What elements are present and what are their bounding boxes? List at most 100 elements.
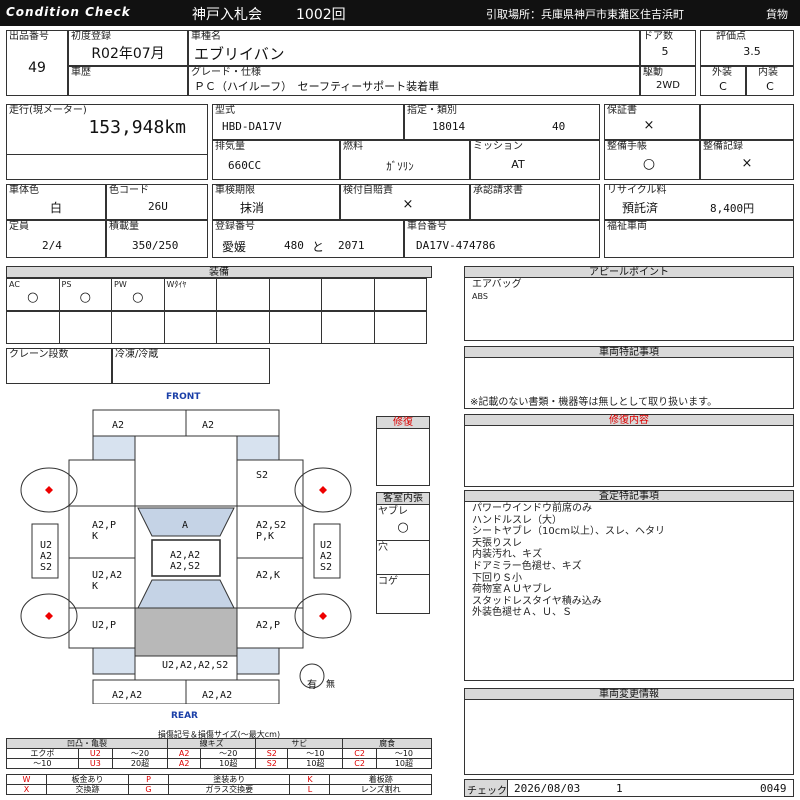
equipment-cell: PW ○ xyxy=(111,278,165,311)
ext-value: C xyxy=(719,80,727,93)
class-value: 40 xyxy=(552,120,566,133)
designation-label: 指定・類別 xyxy=(407,105,457,116)
first-reg-value: R02年07月 xyxy=(91,46,165,62)
chassis-value: DA17V-474786 xyxy=(416,239,496,252)
warranty-value: × xyxy=(643,118,655,133)
check-number: 0049 xyxy=(760,782,787,795)
model-label: 型式 xyxy=(215,105,235,116)
right-sill-damage: U2 A2 S2 xyxy=(320,540,333,573)
capacity-label: 定員 xyxy=(9,221,29,232)
legend-cell: 10超 xyxy=(287,758,344,769)
mileage-divider xyxy=(6,154,208,155)
equipment-cell-mark: ○ xyxy=(27,290,39,305)
equipment-cell-empty xyxy=(111,311,165,344)
rear-gate-damage: U2,A2,A2,S2 xyxy=(162,660,229,671)
inspection-note-line: ハンドルスレ（大） xyxy=(472,514,562,526)
inspection-note-line: 内装汚れ、キズ xyxy=(472,549,543,561)
front-bumper-right-damage: A2 xyxy=(202,420,215,431)
inspection-note-line: ドアミラー色褪せ、キズ xyxy=(472,561,582,572)
legend-cell: C2 xyxy=(342,758,377,769)
plate-kana: と xyxy=(312,240,325,254)
legend-cell: U3 xyxy=(77,758,114,769)
legend-cell: ガラス交換要 xyxy=(168,784,291,795)
grade-value: ＰＣ（ハイルーフ） セーフティーサポート装着車 xyxy=(194,80,440,93)
plate-label: 登録番号 xyxy=(215,221,255,232)
legend-cell: C2 xyxy=(342,748,377,759)
color-label: 車体色 xyxy=(9,185,39,196)
score-label: 評価点 xyxy=(716,31,746,42)
plate-number: 2071 xyxy=(338,239,365,252)
right-front-door-damage: A2,S2 P,K xyxy=(256,520,287,542)
change-box xyxy=(464,699,794,775)
equipment-cell-empty xyxy=(58,311,112,344)
interior-divider-1 xyxy=(376,540,430,541)
legend-cell: 板金あり xyxy=(45,774,130,785)
legend-cell: 〜20 xyxy=(200,748,257,759)
legend-cell: 〜20 xyxy=(111,748,169,759)
legend-cell: A2 xyxy=(167,748,202,759)
equipment-cell-mark: ○ xyxy=(132,290,144,305)
legend-cell: 20超 xyxy=(111,758,169,769)
record-value: × xyxy=(741,156,753,171)
inspection-label: 車検期限 xyxy=(215,185,255,196)
legend-cell: エクボ xyxy=(6,748,79,759)
colorcode-label: 色コード xyxy=(109,185,149,196)
inspection-note-line: 天張りスレ xyxy=(472,537,522,549)
legend-group-rust: サビ xyxy=(255,738,344,749)
legend-cell: 着板跡 xyxy=(329,774,432,785)
front-bumper-left-damage: A2 xyxy=(112,420,125,431)
legend-cell: 交換跡 xyxy=(45,784,130,795)
equipment-cell-empty xyxy=(321,311,375,344)
plate-class: 480 xyxy=(284,239,304,252)
lot-label: 出品番号 xyxy=(9,31,49,42)
legend-cell: L xyxy=(289,784,331,795)
displacement-label: 排気量 xyxy=(215,141,245,152)
equipment-cell xyxy=(373,278,427,311)
inspection-value: 抹消 xyxy=(240,201,265,215)
record-label: 整備記録 xyxy=(703,141,743,152)
selfcheck-label: 検付自賠責 xyxy=(343,185,393,196)
vehicle-category: 貨物 xyxy=(766,8,788,21)
designation-value: 18014 xyxy=(432,120,466,133)
chassis-label: 車台番号 xyxy=(407,221,447,232)
warranty-label: 保証書 xyxy=(607,105,637,116)
doors-label: ドア数 xyxy=(643,31,673,42)
legend-cell: G xyxy=(128,784,170,795)
header-title: Condition Check xyxy=(6,5,131,19)
interior-label-hole: 穴 xyxy=(378,542,388,553)
car-name-label: 車種名 xyxy=(191,31,221,42)
mission-label: ミッション xyxy=(473,141,523,152)
fuel-value: ｶﾞｿﾘﾝ xyxy=(386,160,414,173)
equipment-cell: Wﾀｲﾔ xyxy=(163,278,217,311)
manual-value: ○ xyxy=(642,156,656,172)
welfare-label: 福祉車両 xyxy=(607,221,647,232)
equipment-cell-empty xyxy=(216,311,270,344)
equipment-cell-empty xyxy=(163,311,217,344)
appeal-line-1: エアバッグ xyxy=(472,279,522,290)
legend-cell: 〜10 xyxy=(6,758,79,769)
inspection-note-line: スタッドレスタイヤ積み込み xyxy=(472,595,602,607)
front-label: FRONT xyxy=(166,392,201,402)
legend-cell: 〜10 xyxy=(375,748,433,759)
legend-cell: 10超 xyxy=(375,758,433,769)
equipment-cell xyxy=(268,278,322,311)
equipment-cell: PS ○ xyxy=(58,278,112,311)
legend-cell: P xyxy=(128,774,170,785)
check-date: 2026/08/03 xyxy=(514,782,581,795)
auction-name: 神戸入札会 xyxy=(192,7,262,23)
equipment-header: 装備 xyxy=(6,266,432,278)
legend-cell: 〜10 xyxy=(287,748,344,759)
spare-tire-none: 無 xyxy=(326,680,336,690)
lot-number: 49 xyxy=(28,60,46,76)
legend-cell: X xyxy=(6,784,47,795)
doors-value: 5 xyxy=(661,45,669,58)
mileage-value: 153,948km xyxy=(88,117,186,138)
equipment-cell-empty xyxy=(6,311,60,344)
recycle-status: 預託済 xyxy=(622,201,659,215)
auction-round: 1002回 xyxy=(296,7,346,23)
approval-label: 承認請求書 xyxy=(473,185,523,196)
drive-label: 駆動 xyxy=(643,67,663,78)
model-value: HBD-DA17V xyxy=(222,120,282,133)
legend-group-scratch: 線キズ xyxy=(167,738,257,749)
inspection-note-line: パワーウインドウ前席のみ xyxy=(472,503,592,514)
